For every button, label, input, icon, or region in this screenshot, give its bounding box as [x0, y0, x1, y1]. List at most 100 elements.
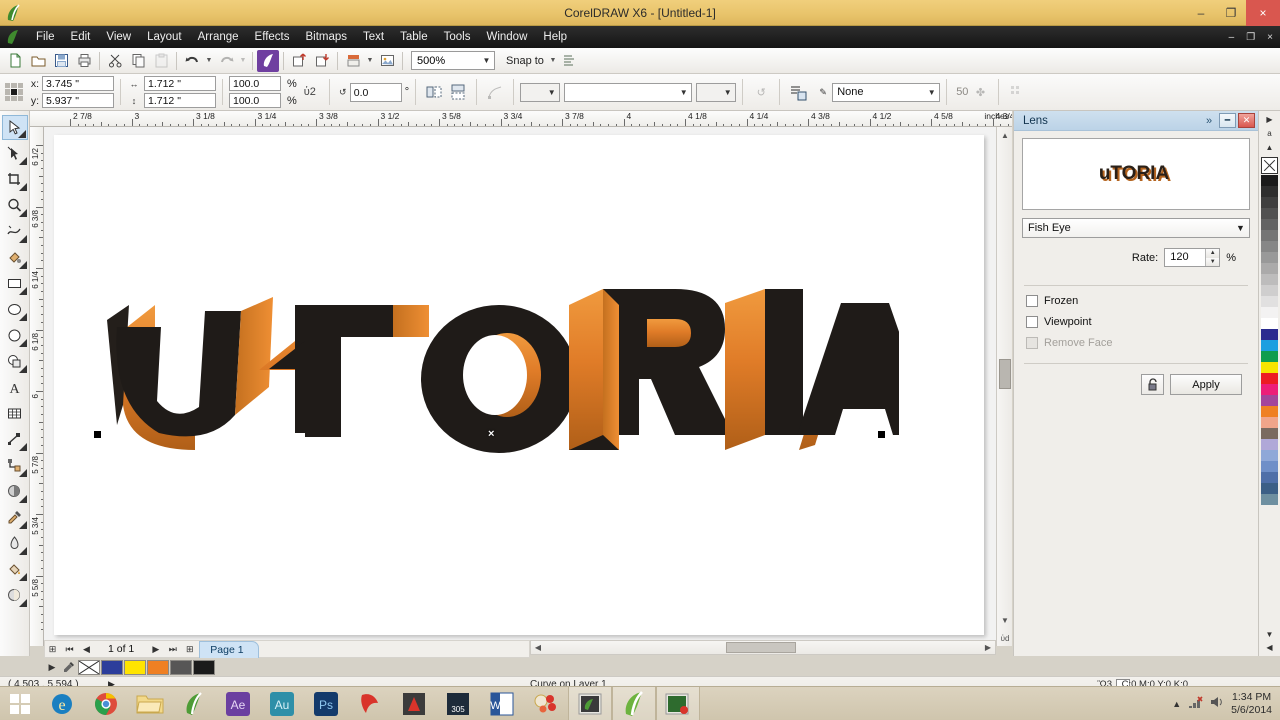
zoom-to-fit-icon[interactable]: ὐd: [997, 630, 1013, 646]
tool-outline[interactable]: [2, 531, 28, 556]
palette-swatch[interactable]: [1261, 384, 1278, 395]
taskbar-item-coreldraw[interactable]: [172, 687, 216, 720]
palette-swatch[interactable]: [1261, 395, 1278, 406]
swatch-none[interactable]: [78, 660, 100, 675]
viewpoint-checkbox[interactable]: [1026, 316, 1038, 328]
palette-scroll-up-icon[interactable]: ▲: [1262, 141, 1278, 154]
first-page-icon[interactable]: ⏮: [62, 642, 77, 657]
close-button[interactable]: ×: [1246, 0, 1280, 26]
wrap-offset-stepper[interactable]: ✤: [968, 81, 992, 103]
open-document-icon[interactable]: [27, 50, 49, 72]
scroll-up-icon[interactable]: ▲: [997, 127, 1013, 143]
mirror-horizontal-icon[interactable]: [422, 81, 446, 103]
palette-swatch[interactable]: [1261, 208, 1278, 219]
chevron-down-icon[interactable]: ▼: [479, 56, 494, 65]
export-icon[interactable]: [311, 50, 333, 72]
taskbar-item-audition[interactable]: Au: [260, 687, 304, 720]
eyedropper-icon[interactable]: [61, 659, 77, 675]
swatch-orange[interactable]: [147, 660, 169, 675]
palette-swatch[interactable]: [1261, 230, 1278, 241]
tool-color-eyedropper[interactable]: [2, 505, 28, 530]
taskbar-item-pdf-reader[interactable]: [348, 687, 392, 720]
chevron-down-icon[interactable]: ▼: [924, 88, 939, 97]
palette-swatch[interactable]: [1261, 406, 1278, 417]
add-page-after-icon[interactable]: ⊞: [182, 642, 197, 657]
document-page[interactable]: ×: [54, 135, 984, 635]
tool-pick[interactable]: [2, 115, 28, 140]
publish-dropdown-icon[interactable]: ▼: [365, 50, 375, 72]
taskbar-clock[interactable]: 1:34 PM 5/6/2014: [1231, 691, 1276, 717]
next-page-icon[interactable]: ▶: [148, 642, 163, 657]
options-icon[interactable]: [559, 50, 581, 72]
lens-type-combobox[interactable]: Fish Eye ▼: [1022, 218, 1250, 238]
palette-swatch[interactable]: [1261, 175, 1278, 186]
taskbar-item-photoshop[interactable]: Ps: [304, 687, 348, 720]
menu-item-text[interactable]: Text: [355, 28, 392, 46]
palette-swatch[interactable]: [1261, 241, 1278, 252]
palette-swatch[interactable]: [1261, 483, 1278, 494]
palette-no-color-swatch[interactable]: [1261, 157, 1278, 174]
page-tab-page-1[interactable]: Page 1: [199, 641, 258, 658]
tool-ellipse[interactable]: [2, 297, 28, 322]
docker-minimize-button[interactable]: ━: [1219, 113, 1236, 128]
palette-swatch[interactable]: [1261, 439, 1278, 450]
palette-swatch[interactable]: [1261, 494, 1278, 505]
palette-eyedropper-icon[interactable]: ὘a: [1262, 127, 1278, 140]
document-close-button[interactable]: ×: [1262, 32, 1278, 43]
menu-item-view[interactable]: View: [98, 28, 139, 46]
tool-zoom[interactable]: [2, 193, 28, 218]
start-button[interactable]: [0, 687, 40, 720]
menu-item-arrange[interactable]: Arrange: [190, 28, 247, 46]
menu-item-window[interactable]: Window: [478, 28, 535, 46]
palette-swatch[interactable]: [1261, 318, 1278, 329]
taskbar-item-corel-photo-paint[interactable]: [568, 687, 612, 720]
redo-dropdown-icon[interactable]: ▼: [238, 50, 248, 72]
rotation-angle-field[interactable]: 0.0: [350, 83, 402, 102]
palette-swatch[interactable]: [1261, 417, 1278, 428]
last-page-icon[interactable]: ⏭: [165, 642, 180, 657]
application-launcher-icon[interactable]: [257, 50, 279, 72]
rate-stepper[interactable]: ▲ ▼: [1205, 249, 1219, 266]
scale-vertical-field[interactable]: 100.0: [229, 93, 281, 108]
taskbar-item-coreldraw-active[interactable]: [612, 687, 656, 720]
frozen-checkbox-row[interactable]: Frozen: [1026, 295, 1258, 307]
palette-swatch[interactable]: [1261, 450, 1278, 461]
canvas-vertical-scrollbar[interactable]: ▲ ▼ ὐd: [996, 127, 1012, 646]
menu-item-table[interactable]: Table: [392, 28, 436, 46]
tool-shape[interactable]: [2, 141, 28, 166]
document-restore-button[interactable]: ❐: [1241, 32, 1260, 43]
outline-width-combobox[interactable]: None ▼: [832, 83, 940, 102]
copy-icon[interactable]: [127, 50, 149, 72]
undo-curve-icon[interactable]: ↺: [749, 81, 773, 103]
palette-swatch[interactable]: [1261, 197, 1278, 208]
palette-options-icon[interactable]: ▶: [1262, 113, 1278, 126]
tool-rectangle[interactable]: [2, 271, 28, 296]
tool-freehand[interactable]: [2, 219, 28, 244]
menu-item-bitmaps[interactable]: Bitmaps: [297, 28, 355, 46]
taskbar-item-corel-capture[interactable]: [656, 687, 700, 720]
scale-horizontal-field[interactable]: 100.0: [229, 76, 281, 91]
swatch-black[interactable]: [193, 660, 215, 675]
palette-swatch[interactable]: [1261, 274, 1278, 285]
zoom-level-combobox[interactable]: 500% ▼: [411, 51, 495, 70]
convert-to-curves-icon[interactable]: [483, 81, 507, 103]
palette-swatch[interactable]: [1261, 428, 1278, 439]
tray-network-icon[interactable]: [1187, 695, 1203, 712]
undo-icon[interactable]: [181, 50, 203, 72]
full-screen-preview-icon[interactable]: [376, 50, 398, 72]
tool-interactive-fill[interactable]: [2, 583, 28, 608]
tool-smart-fill[interactable]: [2, 245, 28, 270]
drawing-canvas[interactable]: ×: [44, 127, 996, 646]
palette-swatch[interactable]: [1261, 373, 1278, 384]
palette-swatch[interactable]: [1261, 362, 1278, 373]
taskbar-item-word[interactable]: W: [480, 687, 524, 720]
taskbar-item-acrobat[interactable]: [392, 687, 436, 720]
selection-handle-right[interactable]: [878, 431, 885, 438]
undo-dropdown-icon[interactable]: ▼: [204, 50, 214, 72]
stepper-up-icon[interactable]: ▲: [1206, 249, 1219, 258]
palette-expand-icon[interactable]: ◀: [1262, 641, 1278, 654]
width-field[interactable]: 1.712 ": [144, 76, 216, 91]
import-icon[interactable]: [288, 50, 310, 72]
scroll-left-icon[interactable]: ◀: [531, 641, 545, 654]
chevron-down-icon[interactable]: ▼: [676, 88, 691, 97]
